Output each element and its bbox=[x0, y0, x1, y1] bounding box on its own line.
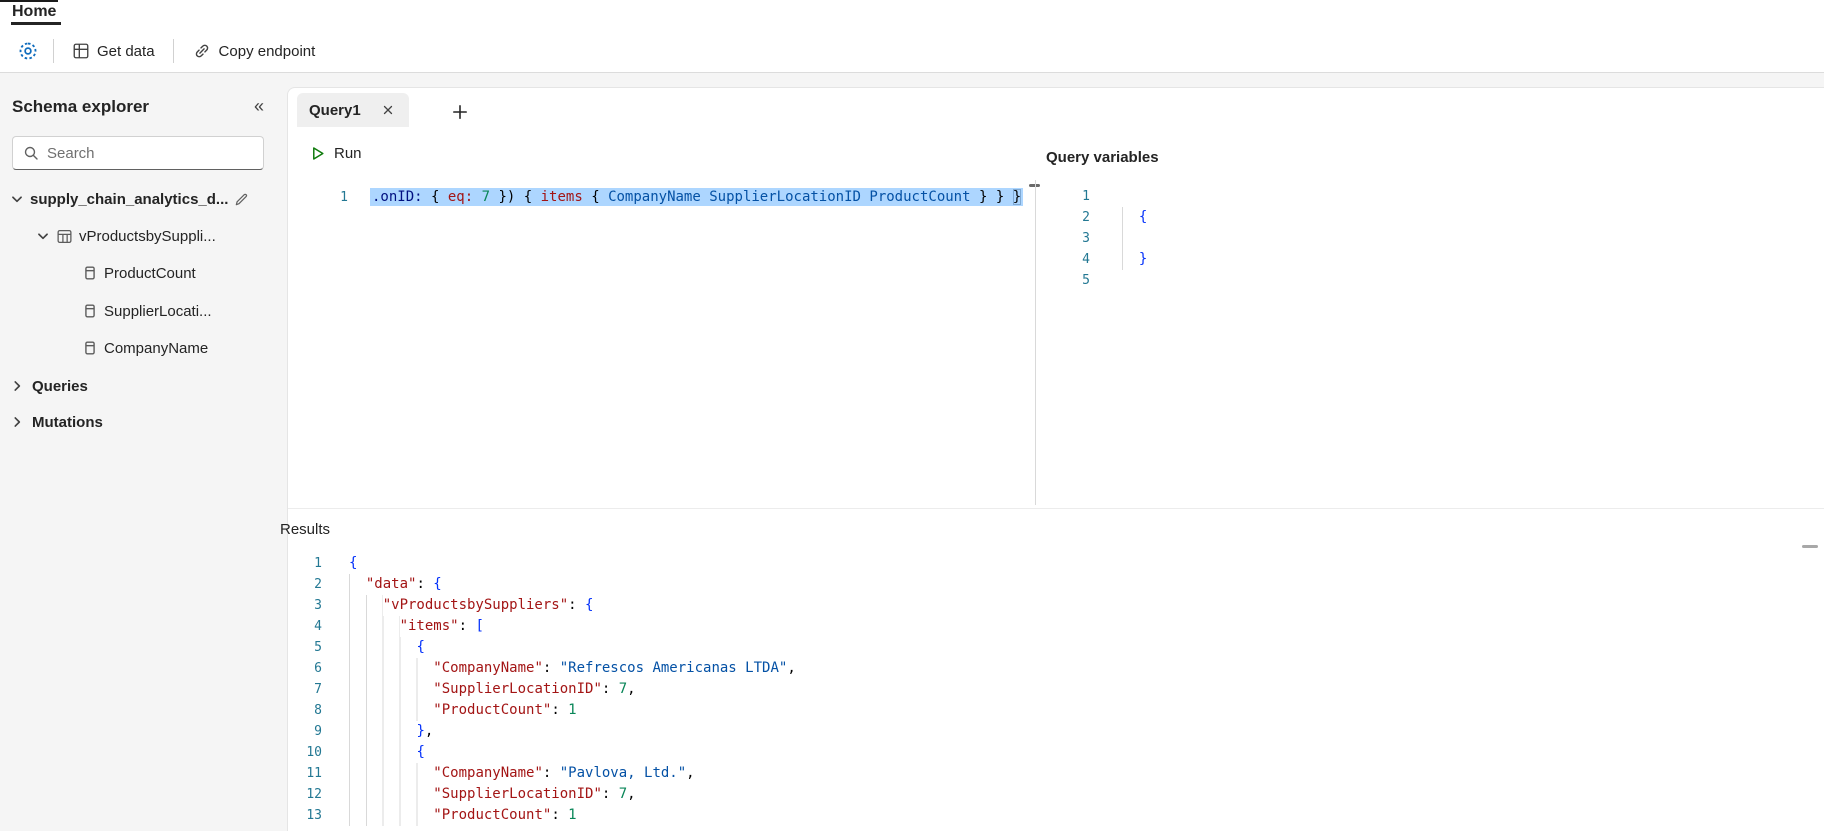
link-icon bbox=[192, 41, 212, 61]
toolbar-divider bbox=[172, 39, 174, 63]
edit-pencil-icon[interactable] bbox=[234, 192, 249, 207]
play-icon bbox=[309, 145, 326, 162]
variables-editor[interactable]: { } bbox=[1122, 186, 1782, 291]
tree-item-label: ProductCount bbox=[104, 264, 196, 282]
query-editor[interactable]: .onID: { eq: 7 }) { items { CompanyName … bbox=[370, 187, 1034, 208]
plus-icon bbox=[451, 103, 469, 121]
tree-item-view[interactable]: vProductsbySuppli... bbox=[4, 219, 280, 253]
run-button[interactable]: Run bbox=[305, 140, 366, 166]
tab-home[interactable]: Home bbox=[12, 3, 56, 21]
tree-item-label: SupplierLocati... bbox=[104, 302, 212, 320]
query-editor-line-numbers: 1 bbox=[340, 190, 348, 205]
results-scrollbar-thumb[interactable] bbox=[1802, 545, 1818, 548]
search-input[interactable] bbox=[47, 144, 253, 162]
close-tab-icon[interactable] bbox=[379, 101, 397, 119]
schema-explorer-title: Schema explorer bbox=[12, 97, 150, 116]
column-field-icon bbox=[84, 341, 96, 355]
collapse-sidebar-button[interactable]: « bbox=[246, 93, 272, 119]
column-field-icon bbox=[84, 266, 96, 280]
search-icon bbox=[23, 145, 39, 161]
chevron-down-icon[interactable] bbox=[10, 192, 24, 206]
get-data-button[interactable]: Get data bbox=[61, 34, 166, 68]
settings-button[interactable] bbox=[10, 34, 46, 68]
results-separator bbox=[288, 508, 1824, 509]
tree-item-schema-root[interactable]: supply_chain_analytics_d... bbox=[4, 182, 280, 216]
schema-search bbox=[12, 136, 264, 170]
tree-item-field-supplierlocationid[interactable]: SupplierLocati... bbox=[4, 294, 280, 328]
toolbar: Get data Copy endpoint bbox=[0, 30, 1824, 73]
tree-item-field-companyname[interactable]: CompanyName bbox=[4, 331, 280, 365]
home-tab-top-indicator bbox=[0, 0, 58, 2]
variables-line-numbers: 12345 bbox=[1082, 189, 1090, 288]
get-data-label: Get data bbox=[97, 42, 155, 60]
results-editor[interactable]: { "data": { "vProductsbySuppliers": { "i… bbox=[349, 553, 1790, 826]
tree-item-label: vProductsbySuppli... bbox=[79, 227, 216, 245]
query-tab-label: Query1 bbox=[309, 101, 361, 119]
results-line-numbers: 1 2 3 4 5 6 7 8 9 10 11 12 13 bbox=[306, 556, 322, 823]
gear-icon bbox=[17, 40, 39, 62]
tree-item-label: CompanyName bbox=[104, 339, 209, 357]
toolbar-divider bbox=[53, 39, 54, 63]
tree-item-label: Queries bbox=[32, 377, 88, 395]
home-tab-label: Home bbox=[12, 3, 57, 20]
query-variables-title: Query variables bbox=[1046, 149, 1159, 166]
tree-item-field-productcount[interactable]: ProductCount bbox=[4, 256, 280, 290]
column-field-icon bbox=[84, 304, 96, 318]
home-tab-underline bbox=[11, 22, 61, 25]
chevron-right-icon[interactable] bbox=[10, 379, 24, 393]
results-title: Results bbox=[280, 521, 331, 538]
tree-item-label: Mutations bbox=[32, 413, 103, 431]
run-label: Run bbox=[334, 144, 362, 162]
tree-item-queries[interactable]: Queries bbox=[4, 369, 280, 403]
tree-item-mutations[interactable]: Mutations bbox=[4, 405, 280, 439]
query-editor-line-1: .onID: { eq: 7 }) { items { CompanyName … bbox=[370, 187, 1034, 208]
chevron-right-icon[interactable] bbox=[10, 415, 24, 429]
table-data-icon bbox=[72, 42, 90, 60]
chevron-down-icon[interactable] bbox=[36, 229, 50, 243]
tree-item-label: supply_chain_analytics_d... bbox=[30, 190, 229, 208]
add-tab-button[interactable] bbox=[447, 99, 473, 125]
copy-endpoint-label: Copy endpoint bbox=[218, 42, 316, 60]
table-icon bbox=[56, 228, 73, 245]
copy-endpoint-button[interactable]: Copy endpoint bbox=[181, 34, 327, 68]
selected-query-text: .onID: { eq: 7 }) { items { CompanyName … bbox=[370, 188, 1024, 206]
editor-variables-divider[interactable] bbox=[1035, 180, 1036, 505]
tab-query1[interactable]: Query1 bbox=[297, 93, 409, 127]
